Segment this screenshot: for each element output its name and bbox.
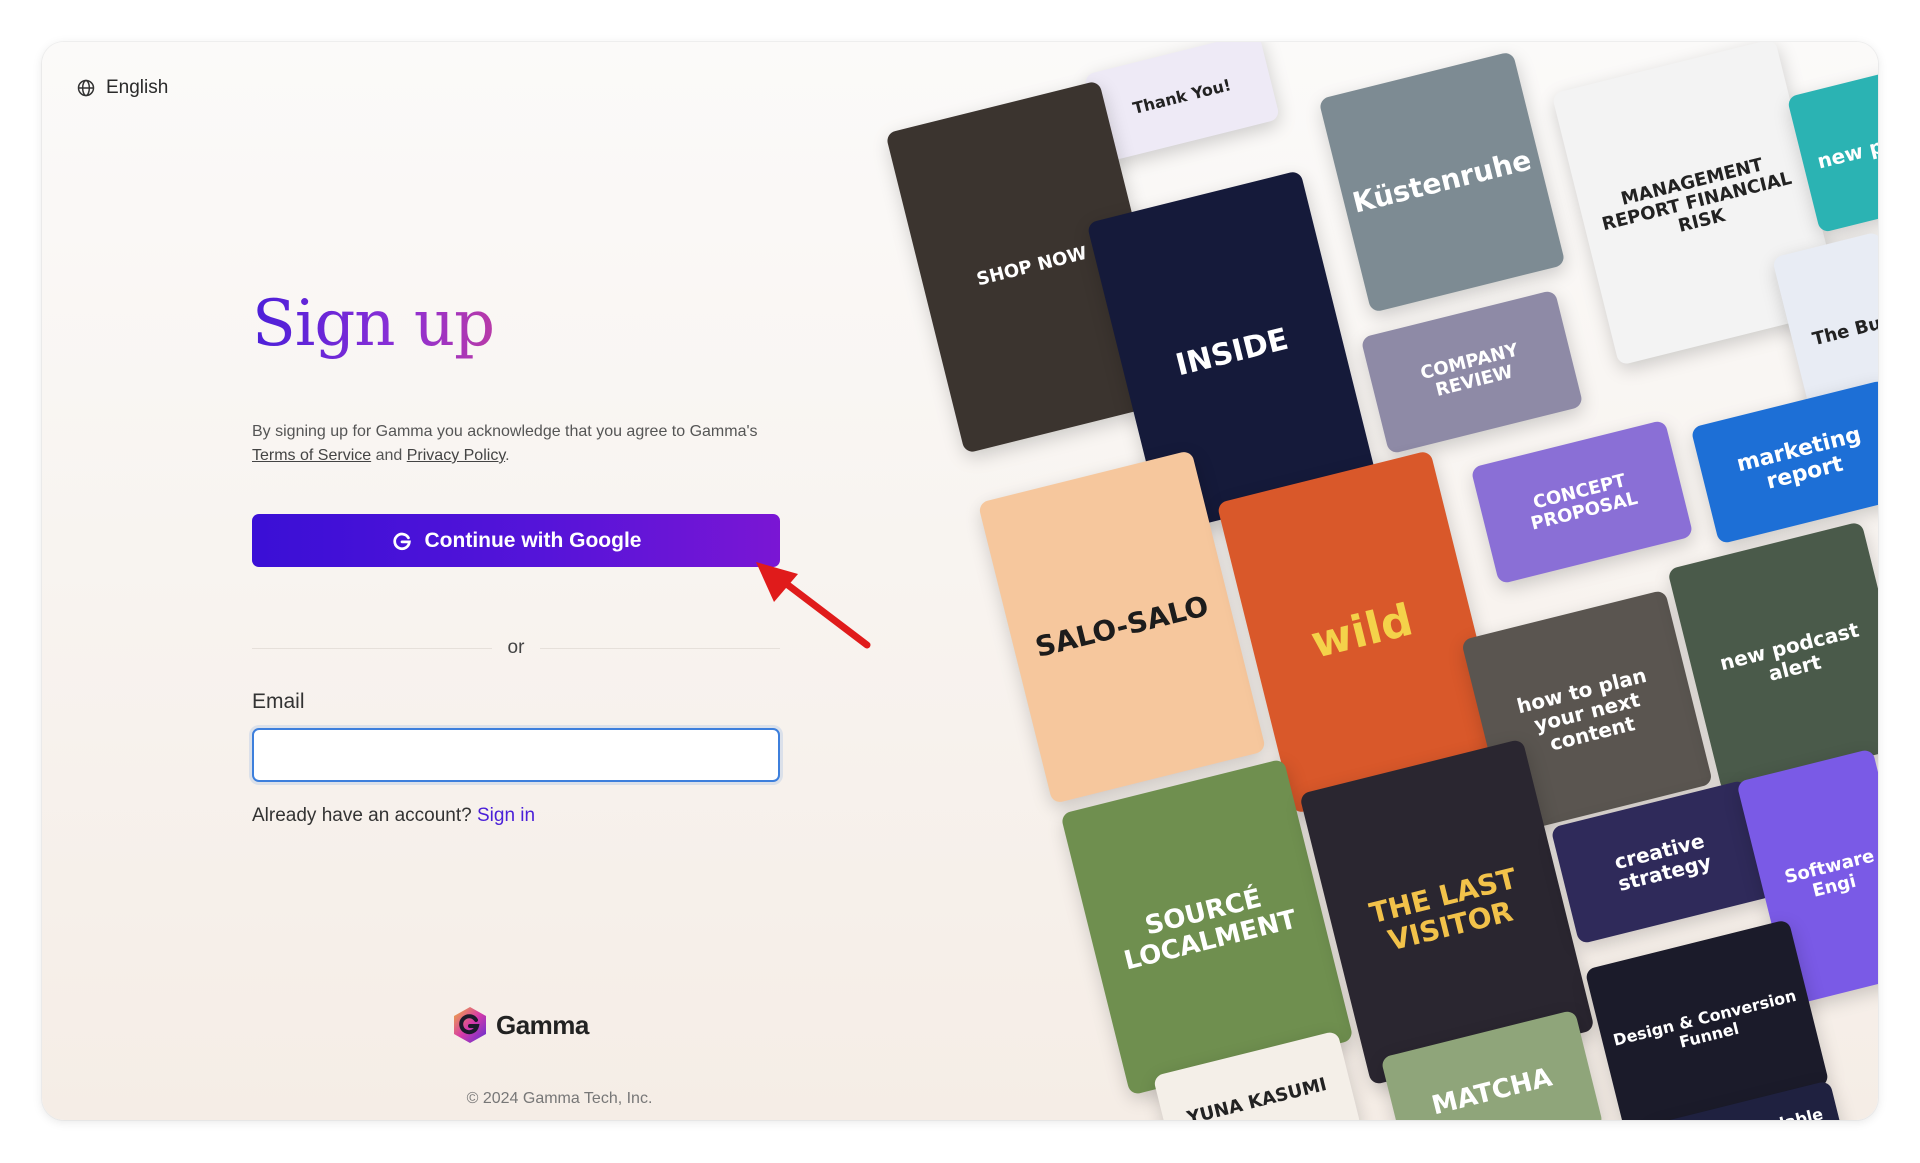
- template-thumbnail-title: MATCHA: [1428, 1062, 1556, 1120]
- divider-line-right: [540, 647, 780, 649]
- gamma-logo-icon: [454, 1007, 486, 1043]
- email-input[interactable]: [252, 728, 780, 782]
- language-selector[interactable]: English: [76, 77, 168, 99]
- brand-name: Gamma: [496, 1009, 589, 1040]
- template-thumbnail-title: THE LAST VISITOR: [1366, 862, 1520, 958]
- template-thumbnail-title: Software Engi: [1782, 845, 1877, 902]
- template-thumbnail: CONCEPT PROPOSAL: [1470, 419, 1694, 585]
- divider-line-left: [252, 647, 492, 649]
- template-thumbnail-title: Küstenruhe: [1349, 143, 1535, 220]
- template-thumbnail: marketing report: [1690, 379, 1878, 545]
- legal-text: By signing up for Gamma you acknowledge …: [252, 420, 772, 468]
- sign-in-link[interactable]: Sign in: [477, 805, 535, 826]
- template-thumbnail-title: marketing report: [1734, 422, 1864, 495]
- legal-and: and: [371, 447, 407, 464]
- template-thumbnail-title: INSIDE: [1172, 321, 1292, 383]
- red-arrow-annotation: [756, 562, 871, 649]
- template-thumbnail-title: YUNA KASUMI: [1184, 1074, 1329, 1120]
- gamma-logo: Gamma: [452, 1005, 589, 1045]
- template-thumbnail-title: COMPANY REVIEW: [1418, 339, 1521, 401]
- signin-prompt: Already have an account? Sign in: [252, 805, 535, 827]
- template-thumbnail-title: MANAGEMENT REPORT FINANCIAL RISK: [1599, 154, 1794, 237]
- template-thumbnail-title: SHOP NOW: [974, 242, 1090, 291]
- google-button-label: Continue with Google: [424, 528, 642, 552]
- template-gallery: Thank You! Küstenruhe MANAGEMENT REPORT FI…: [862, 42, 1878, 1120]
- language-label: English: [106, 77, 169, 98]
- template-thumbnail-title: CONCEPT PROPOSAL: [1528, 470, 1640, 535]
- legal-prefix: By signing up for Gamma you acknowledge …: [252, 423, 758, 440]
- continue-with-google-button[interactable]: Continue with Google: [252, 514, 780, 567]
- or-text: or: [507, 637, 525, 658]
- signup-card: English Sign up By signing up for Gamma …: [42, 42, 1878, 1120]
- template-thumbnail-title: creative strategy: [1611, 828, 1714, 896]
- legal-suffix: .: [505, 447, 510, 464]
- terms-of-service-link[interactable]: Terms of Service: [252, 447, 371, 464]
- template-thumbnail-title: SALO-SALO: [1031, 588, 1212, 664]
- template-thumbnail-title: SOURCÉ LOCALMENT: [1121, 883, 1300, 977]
- template-thumbnail: Küstenruhe: [1318, 51, 1566, 313]
- signin-prompt-text: Already have an account?: [252, 805, 472, 826]
- template-thumbnail-title: new pe: [1814, 130, 1878, 174]
- template-thumbnail-title: wild: [1306, 594, 1418, 669]
- email-label: Email: [252, 690, 305, 713]
- template-thumbnail-title: Design & Conversion Funnel: [1611, 986, 1799, 1052]
- template-thumbnail: COMPANY REVIEW: [1360, 289, 1584, 455]
- template-thumbnail-title: new podcast alert: [1717, 617, 1862, 686]
- template-thumbnail-title: The Bu: [1810, 312, 1878, 351]
- globe-icon: [77, 79, 95, 97]
- page-title: Sign up: [252, 287, 495, 361]
- or-divider: or: [252, 636, 780, 660]
- google-g-icon: [392, 532, 411, 550]
- privacy-policy-link[interactable]: Privacy Policy: [407, 447, 505, 464]
- template-thumbnail-title: Thank You!: [1130, 75, 1233, 119]
